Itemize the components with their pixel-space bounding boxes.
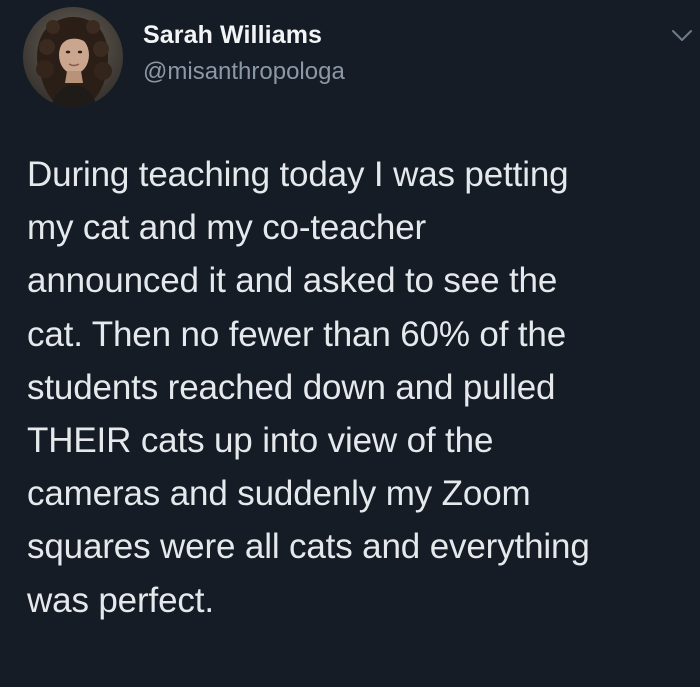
tweet-text-line: my cat and my co-teacher (27, 208, 427, 248)
tweet-text-line: was perfect. (27, 580, 214, 620)
avatar[interactable] (23, 7, 123, 107)
tweet-card: Sarah Williams @misanthropologa During t… (0, 0, 700, 687)
tweet-text-line: cameras and suddenly my Zoom (27, 474, 531, 514)
author-block: Sarah Williams @misanthropologa (143, 20, 345, 86)
chevron-down-icon[interactable] (669, 28, 695, 44)
tweet-text-line: announced it and asked to see the (27, 261, 558, 301)
tweet-text-line: cat. Then no fewer than 60% of the (27, 314, 567, 354)
tweet-text-line: students reached down and pulled (27, 367, 556, 407)
tweet-text-line: THEIR cats up into view of the (27, 421, 494, 461)
tweet-text-line: squares were all cats and everything (27, 527, 590, 567)
author-display-name[interactable]: Sarah Williams (143, 20, 345, 50)
tweet-text-line: During teaching today I was petting (27, 155, 569, 194)
author-handle[interactable]: @misanthropologa (143, 58, 345, 86)
tweet-text: During teaching today I was petting my c… (27, 148, 687, 627)
profile-photo-icon (23, 7, 123, 107)
